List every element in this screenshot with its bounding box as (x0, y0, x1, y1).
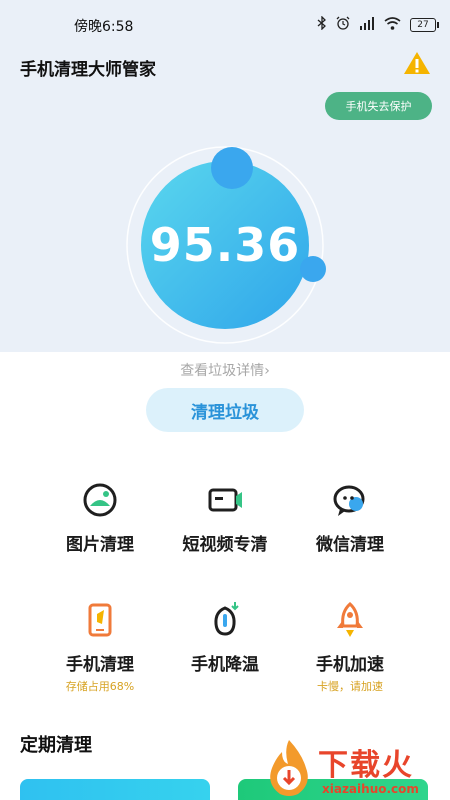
junk-detail-label: 查看垃圾详情 (180, 363, 265, 379)
chevron-right-icon: › (264, 363, 270, 379)
phone-clean-icon (88, 603, 112, 637)
rocket-icon (337, 601, 363, 637)
flame-logo-icon (270, 740, 308, 796)
video-icon (208, 488, 242, 512)
boost-hint-text: 卡慢，请加速 (317, 680, 383, 693)
watermark-url: xiazaihuo.com (322, 782, 419, 796)
tool-label: 手机加速 (316, 655, 384, 675)
storage-usage-text: 存储占用68% (65, 680, 135, 693)
thermometer-icon (214, 602, 239, 636)
tool-phone-boost[interactable]: 手机加速 卡慢，请加速 (275, 600, 425, 694)
tool-label: 微信清理 (316, 535, 384, 555)
section-title: 定期清理 (20, 735, 92, 756)
tool-wechat-clean[interactable]: 微信清理 (275, 480, 425, 555)
chat-icon (333, 485, 365, 516)
scheduled-card-left[interactable] (20, 779, 210, 800)
junk-score: 95.36 (149, 218, 301, 272)
junk-detail-link[interactable]: 查看垃圾详情› (0, 360, 450, 380)
photo-icon (83, 483, 117, 517)
clean-junk-button[interactable]: 清理垃圾 (146, 388, 304, 432)
watermark-name: 下载火 (318, 748, 414, 783)
watermark: 下载火 xiazaihuo.com (262, 738, 450, 800)
junk-gauge (126, 146, 326, 344)
